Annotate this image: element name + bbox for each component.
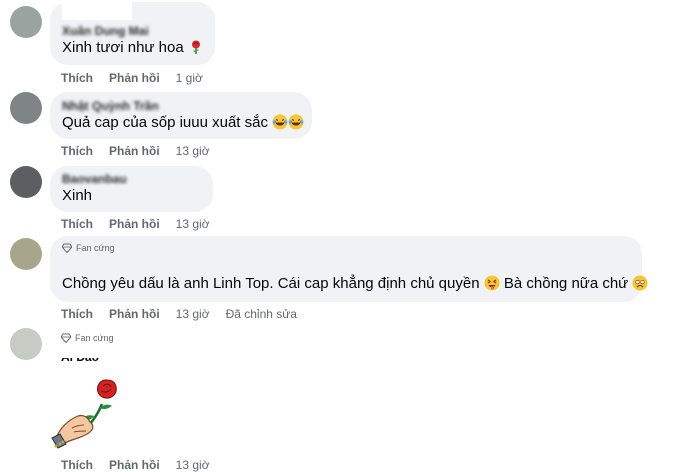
hand-holding-rose-sticker[interactable] [48,374,130,454]
comment-actions: Thích Phản hồi 13 giờ [61,144,226,158]
like-button[interactable]: Thích [61,458,93,472]
like-button[interactable]: Thích [61,144,93,158]
edited-label: Đã chỉnh sửa [225,307,297,321]
comment-text-content: Chồng yêu dấu là anh Linh Top. Cái cap k… [62,275,480,292]
diamond-icon [61,333,71,343]
reply-button[interactable]: Phản hồi [109,217,160,231]
laughing-crying-emoji-icon [288,114,304,130]
comment-actions: Thích Phản hồi 13 giờ [61,458,226,472]
like-button[interactable]: Thích [61,217,93,231]
comment-author[interactable]: Xuân Dung Mai [62,24,203,38]
avatar[interactable] [10,238,42,270]
comment-text: Xinh [62,187,93,204]
like-button[interactable]: Thích [61,307,93,321]
comment-time[interactable]: 13 giờ [176,144,210,158]
avatar[interactable] [10,92,42,124]
reply-button[interactable]: Phản hồi [109,144,160,158]
rose-emoji-icon [191,40,200,54]
reply-button[interactable]: Phản hồi [109,458,160,472]
anxious-face-emoji-icon [632,275,648,291]
like-button[interactable]: Thích [61,71,93,85]
comment-text-content: Xinh tươi như hoa [62,39,184,56]
comment-bubble: Fan cứng Chồng yêu dấu là anh Linh Top. … [50,236,648,302]
comment-text-content: Quả cap của sốp iuuu xuất sắc [62,114,268,131]
comment-bubble: Baovanbau Xinh [50,166,213,212]
comment-bubble: Nhật Quỳnh Trần Quả cap của sốp iuuu xuấ… [50,92,312,139]
avatar[interactable] [10,328,42,360]
laughing-crying-emoji-icon [272,114,288,130]
comment-actions: Thích Phản hồi 13 giờ [61,217,226,231]
comment-author[interactable]: Baovanbau [62,172,201,186]
comment-text-content: Bà chồng nữa chứ [503,275,629,292]
reply-button[interactable]: Phản hồi [109,71,160,85]
reply-button[interactable]: Phản hồi [109,307,160,321]
fan-badge: Fan cứng [61,332,114,344]
comment-actions: Thích Phản hồi 13 giờ Đã chỉnh sửa [61,307,297,321]
comment-time[interactable]: 1 giờ [176,71,203,85]
comment-time[interactable]: 13 giờ [176,458,210,472]
comment-text: Chồng yêu dấu là anh Linh Top. Cái cap k… [62,274,648,294]
avatar[interactable] [10,6,42,38]
fan-badge-label: Fan cứng [76,243,115,253]
author-redacted [62,254,630,274]
squinting-tongue-emoji-icon [484,275,500,291]
fan-badge: Fan cứng [62,242,630,254]
comment-actions: Thích Phản hồi 1 giờ [61,71,219,85]
comment-time[interactable]: 13 giờ [176,217,210,231]
comment-time[interactable]: 13 giờ [176,307,210,321]
comment-author[interactable]: Nhật Quỳnh Trần [62,99,300,113]
comment-text: Quả cap của sốp iuuu xuất sắc [62,113,304,133]
diamond-icon [62,243,72,253]
comment-text: Xinh tươi như hoa [62,38,203,58]
avatar[interactable] [10,166,42,198]
fan-badge-label: Fan cứng [75,333,114,343]
